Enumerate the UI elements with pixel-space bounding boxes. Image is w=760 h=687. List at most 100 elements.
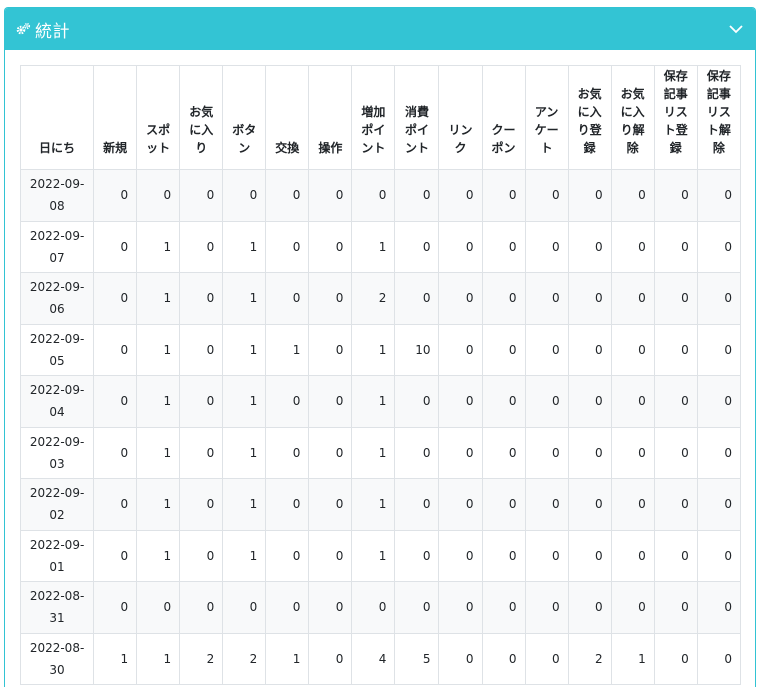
count-cell: 0 — [93, 529, 138, 582]
chevron-down-icon[interactable] — [727, 20, 745, 38]
count-cell: 0 — [438, 632, 483, 685]
column-header: 保存記事リスト解除 — [696, 65, 742, 170]
count-cell: 0 — [696, 529, 742, 582]
column-header: 消費ポイント — [394, 65, 440, 170]
statistics-card: 統計 日にち 新規 スポット お気に入り ボタン 交換 操作 増加ポイント 消費ポイント リンクク… — [4, 7, 756, 687]
count-cell: 0 — [653, 478, 698, 531]
count-cell: 0 — [696, 581, 742, 634]
count-cell: 1 — [351, 220, 396, 273]
count-cell: 0 — [481, 426, 526, 479]
count-cell: 0 — [265, 478, 310, 531]
count-cell: 0 — [438, 220, 483, 273]
count-cell: 0 — [93, 581, 138, 634]
count-cell: 0 — [481, 478, 526, 531]
count-cell: 1 — [222, 220, 267, 273]
count-cell: 0 — [308, 632, 353, 685]
count-cell: 0 — [481, 220, 526, 273]
count-cell: 1 — [136, 272, 181, 325]
count-cell: 0 — [93, 323, 138, 376]
count-cell: 0 — [653, 220, 698, 273]
count-cell: 0 — [93, 272, 138, 325]
count-cell: 0 — [438, 169, 483, 222]
count-cell: 2 — [222, 632, 267, 685]
table-row: 2022-09-03 0 1 0 1 0 0 1 0 0 0 0 0 0 0 0 — [19, 426, 742, 479]
count-cell: 1 — [351, 323, 396, 376]
count-cell: 0 — [524, 426, 569, 479]
column-header: 保存記事リスト登録 — [653, 65, 698, 170]
count-cell: 2 — [567, 632, 612, 685]
count-cell: 0 — [351, 581, 396, 634]
count-cell: 0 — [265, 581, 310, 634]
date-cell: 2022-09-05 — [19, 323, 95, 376]
count-cell: 0 — [179, 478, 224, 531]
count-cell: 1 — [351, 478, 396, 531]
gears-icon — [15, 21, 31, 37]
date-cell: 2022-09-01 — [19, 529, 95, 582]
count-cell: 0 — [179, 529, 224, 582]
count-cell: 0 — [567, 581, 612, 634]
count-cell: 0 — [438, 272, 483, 325]
table-row: 2022-08-30 1 1 2 2 1 0 4 5 0 0 0 2 1 0 0 — [19, 632, 742, 685]
count-cell: 0 — [222, 169, 267, 222]
column-header: お気に入り登録 — [567, 65, 612, 170]
date-cell: 2022-09-06 — [19, 272, 95, 325]
count-cell: 1 — [351, 426, 396, 479]
count-cell: 1 — [351, 529, 396, 582]
column-header: 新規 — [93, 65, 138, 170]
count-cell: 0 — [308, 529, 353, 582]
count-cell: 0 — [524, 272, 569, 325]
date-cell: 2022-09-08 — [19, 169, 95, 222]
count-cell: 0 — [438, 478, 483, 531]
count-cell: 0 — [179, 272, 224, 325]
count-cell: 1 — [136, 375, 181, 428]
count-cell: 0 — [394, 375, 440, 428]
column-header: 操作 — [308, 65, 353, 170]
count-cell: 0 — [567, 169, 612, 222]
count-cell: 0 — [524, 581, 569, 634]
column-header: リンク — [438, 65, 483, 170]
count-cell: 0 — [222, 581, 267, 634]
count-cell: 0 — [696, 426, 742, 479]
count-cell: 0 — [567, 529, 612, 582]
count-cell: 0 — [524, 478, 569, 531]
count-cell: 0 — [308, 426, 353, 479]
table-row: 2022-09-04 0 1 0 1 0 0 1 0 0 0 0 0 0 0 0 — [19, 375, 742, 428]
count-cell: 1 — [222, 529, 267, 582]
count-cell: 0 — [481, 323, 526, 376]
count-cell: 0 — [653, 426, 698, 479]
count-cell: 0 — [524, 220, 569, 273]
count-cell: 2 — [179, 632, 224, 685]
count-cell: 1 — [136, 632, 181, 685]
count-cell: 0 — [308, 581, 353, 634]
count-cell: 0 — [136, 581, 181, 634]
count-cell: 1 — [136, 529, 181, 582]
column-header: ボタン — [222, 65, 267, 170]
count-cell: 0 — [653, 632, 698, 685]
count-cell: 0 — [308, 478, 353, 531]
card-title: 統計 — [35, 21, 70, 42]
count-cell: 0 — [438, 323, 483, 376]
count-cell: 5 — [394, 632, 440, 685]
count-cell: 4 — [351, 632, 396, 685]
count-cell: 0 — [610, 323, 655, 376]
count-cell: 0 — [265, 272, 310, 325]
count-cell: 0 — [524, 375, 569, 428]
card-header[interactable]: 統計 — [5, 8, 755, 50]
count-cell: 1 — [222, 478, 267, 531]
count-cell: 0 — [481, 529, 526, 582]
count-cell: 1 — [265, 323, 310, 376]
table-row: 2022-09-08 0 0 0 0 0 0 0 0 0 0 0 0 0 0 0 — [19, 169, 742, 222]
count-cell: 1 — [222, 426, 267, 479]
count-cell: 1 — [136, 426, 181, 479]
count-cell: 0 — [696, 272, 742, 325]
count-cell: 0 — [696, 375, 742, 428]
count-cell: 2 — [351, 272, 396, 325]
count-cell: 0 — [481, 581, 526, 634]
count-cell: 0 — [308, 169, 353, 222]
count-cell: 0 — [136, 169, 181, 222]
count-cell: 0 — [610, 426, 655, 479]
count-cell: 0 — [481, 272, 526, 325]
count-cell: 0 — [696, 323, 742, 376]
count-cell: 0 — [567, 323, 612, 376]
column-header: お気に入り解除 — [610, 65, 655, 170]
